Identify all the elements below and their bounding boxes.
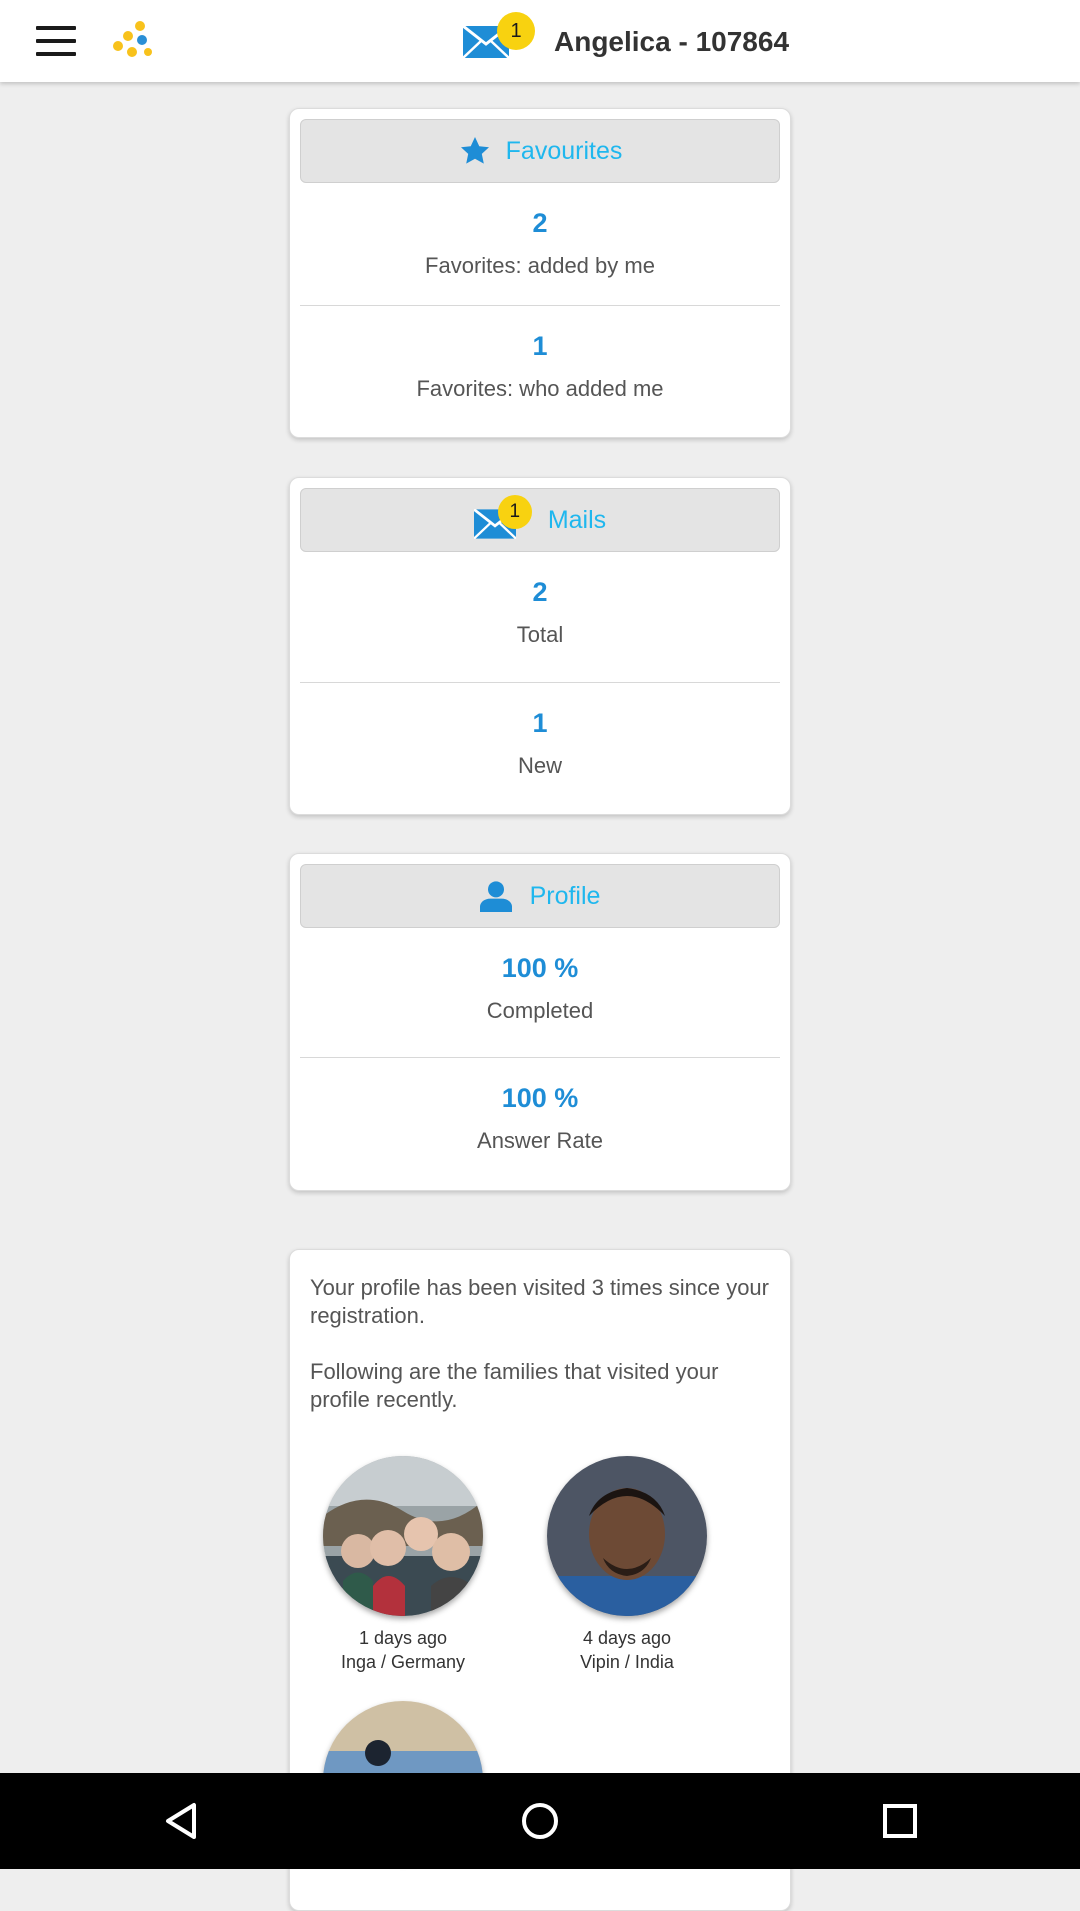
stat-value: 1 (532, 708, 548, 738)
profile-title: Profile (529, 881, 601, 910)
profile-header[interactable]: Profile (300, 864, 780, 928)
mail-count-badge: 1 (497, 12, 535, 50)
back-icon[interactable] (150, 1793, 210, 1849)
system-navigation-bar (0, 1773, 1080, 1869)
favourites-header[interactable]: Favourites (300, 119, 780, 183)
page-title: Angelica - 107864 (554, 26, 790, 57)
mail-button[interactable]: 1 (463, 12, 535, 59)
stat-label: Favorites: added by me (425, 253, 655, 278)
stat-label: Answer Rate (477, 1128, 603, 1153)
recents-icon[interactable] (870, 1793, 930, 1849)
visitor-time: 1 days ago (358, 1628, 448, 1648)
divider (300, 682, 780, 683)
favourites-added-by-me[interactable]: 2 Favorites: added by me (290, 207, 790, 281)
visits-intro: Your profile has been visited 3 times si… (310, 1275, 769, 1328)
favourites-card: Favourites 2 Favorites: added by me 1 Fa… (289, 108, 791, 438)
visitor-card[interactable]: 1 days ago Inga / Germany (313, 1456, 493, 1674)
mails-header[interactable]: 1 Mails (300, 488, 780, 552)
home-icon[interactable] (510, 1793, 570, 1849)
stat-label: New (517, 753, 562, 778)
stat-value: 100 % (501, 953, 579, 983)
mails-total[interactable]: 2 Total (290, 576, 790, 650)
mails-badge: 1 (497, 495, 532, 529)
profile-card: Profile 100 % Completed 100 % Answer Rat… (289, 853, 791, 1191)
mail-icon: 1 (473, 495, 532, 539)
stat-label: Total (516, 622, 564, 647)
favourites-who-added-me[interactable]: 1 Favorites: who added me (290, 330, 790, 404)
stat-value: 2 (532, 577, 548, 607)
stat-value: 100 % (501, 1083, 579, 1113)
stat-label: Completed (486, 998, 594, 1023)
visitor-name-country: Inga / Germany (340, 1652, 466, 1672)
visits-recent-text: Following are the families that visited … (310, 1359, 719, 1412)
visitor-time: 4 days ago (582, 1628, 672, 1648)
app-bar: 1 Angelica - 107864 (0, 0, 1080, 82)
visitor-avatar (323, 1456, 483, 1616)
stat-value: 1 (532, 331, 548, 361)
divider (300, 305, 780, 306)
mails-title: Mails (547, 505, 607, 534)
visitor-avatar (547, 1456, 707, 1616)
mails-card: 1 Mails 2 Total 1 New (289, 477, 791, 815)
mails-new[interactable]: 1 New (290, 707, 790, 781)
divider (300, 1057, 780, 1058)
app-logo[interactable] (110, 20, 156, 62)
visitor-card[interactable]: 4 days ago Vipin / India (537, 1456, 717, 1674)
profile-completed[interactable]: 100 % Completed (290, 952, 790, 1026)
user-icon (479, 881, 512, 912)
stat-label: Favorites: who added me (416, 376, 664, 401)
visitor-name-country: Vipin / India (580, 1652, 674, 1672)
menu-icon[interactable] (36, 26, 76, 56)
star-icon (460, 137, 489, 164)
stat-value: 2 (532, 208, 548, 238)
favourites-title: Favourites (505, 136, 623, 165)
profile-answer-rate[interactable]: 100 % Answer Rate (290, 1082, 790, 1156)
